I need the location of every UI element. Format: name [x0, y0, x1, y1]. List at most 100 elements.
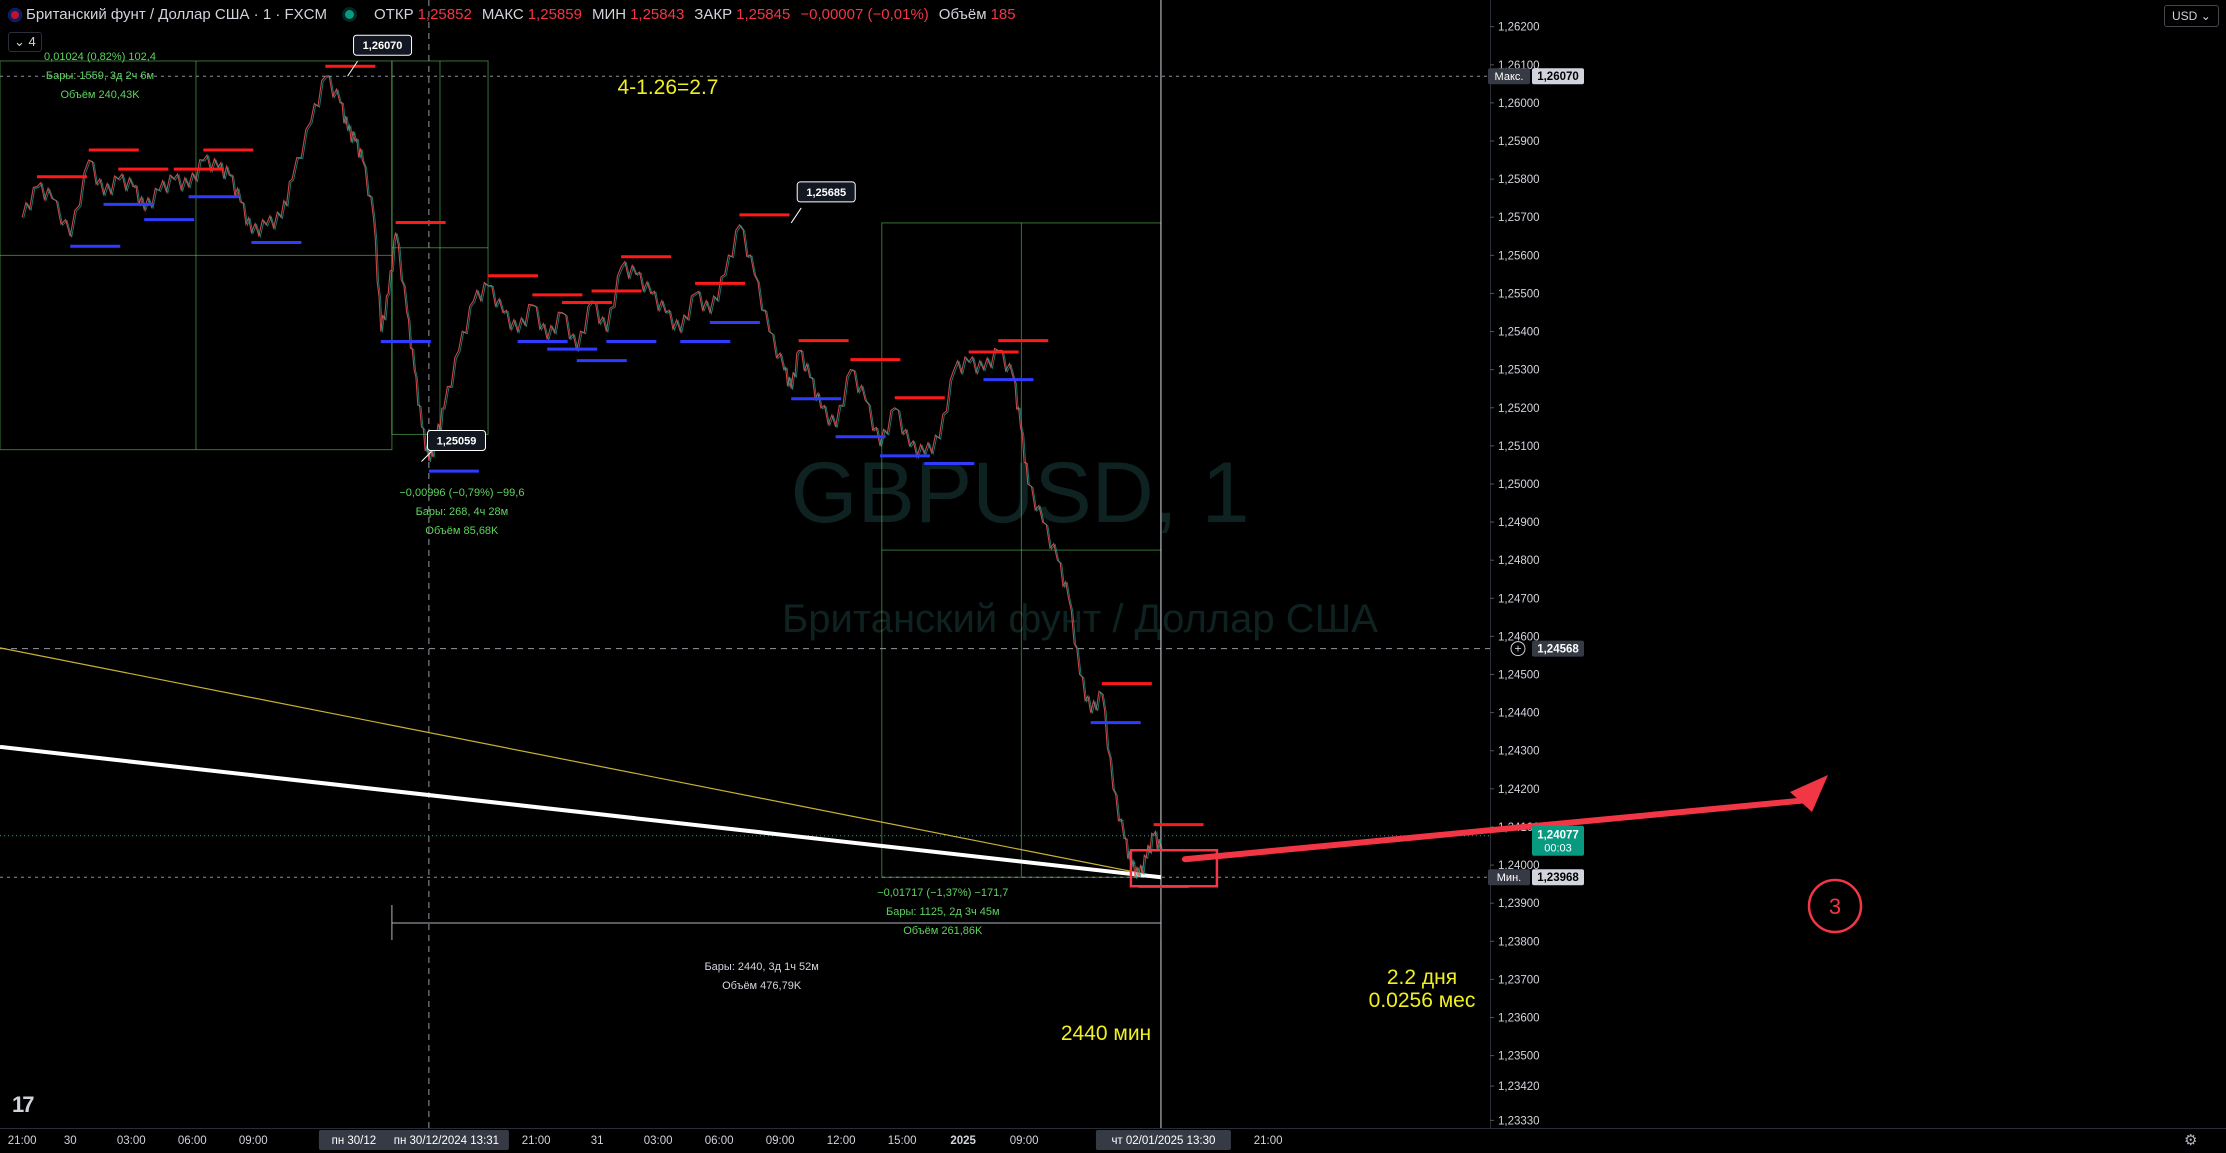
chevron-down-icon: ⌄ — [14, 34, 25, 49]
min-badge-label: Мин. — [1497, 872, 1521, 884]
gear-icon[interactable]: ⚙ — [2184, 1131, 2197, 1149]
open-value: 1,25852 — [417, 6, 472, 23]
time-tick-label: 31 — [591, 1135, 604, 1147]
symbol-title[interactable]: Британский фунт / Доллар США · 1 · FXCM — [26, 6, 327, 23]
price-tick-label: 1,25500 — [1498, 288, 1540, 300]
time-tick-label: 09:00 — [239, 1135, 268, 1147]
callout-high-2: 1,25685 — [806, 187, 846, 199]
price-tick-label: 1,23330 — [1498, 1115, 1540, 1127]
time-tick-label: 06:00 — [705, 1135, 734, 1147]
price-tick-label: 1,24700 — [1498, 593, 1540, 605]
max-badge-label: Макс. — [1495, 71, 1524, 83]
measure-4-volume: Объём 476,79K — [722, 980, 802, 992]
price-tick-label: 1,25800 — [1498, 174, 1540, 186]
trend-line-thin — [0, 647, 1162, 878]
time-tick-label: 21:00 — [522, 1135, 551, 1147]
currency-button[interactable]: USD ⌄ — [2164, 5, 2219, 27]
volume-label: Объём — [938, 6, 987, 23]
price-tick-label: 1,24400 — [1498, 708, 1540, 720]
time-badge-end: чт 02/01/2025 13:30 — [1111, 1135, 1215, 1147]
indicators-toggle[interactable]: ⌄ 4 — [8, 32, 42, 52]
price-tick-label: 1,25600 — [1498, 250, 1540, 262]
arrow-shaft — [1181, 797, 1811, 863]
time-tick-label: 09:00 — [766, 1135, 795, 1147]
time-tick-label: 21:00 — [1254, 1135, 1283, 1147]
measure-4-bars: Бары: 2440, 3д 1ч 52м — [704, 961, 818, 973]
time-tick-label: 30 — [64, 1135, 77, 1147]
measure-1-volume: Объём 240,43K — [60, 89, 140, 101]
price-tick-label: 1,26000 — [1498, 98, 1540, 110]
measure-3-bars: Бары: 1125, 2д 3ч 45м — [886, 906, 1000, 918]
chevron-down-icon: ⌄ — [2200, 9, 2211, 23]
time-tick-label: 03:00 — [644, 1135, 673, 1147]
low-label: МИН — [591, 6, 627, 23]
tradingview-logo-icon[interactable]: 17 — [12, 1092, 35, 1118]
time-tick-label: 21:00 — [8, 1135, 37, 1147]
time-tick-label: 15:00 — [888, 1135, 917, 1147]
time-badge-start: пн 30/12/2024 13:31 — [394, 1135, 499, 1147]
time-tick-label: 2025 — [950, 1135, 976, 1147]
price-chart[interactable]: 1,262001,261001,260001,259001,258001,257… — [0, 0, 2226, 1153]
measure-2-change: −0,00996 (−0,79%) −99,6 — [399, 487, 524, 499]
price-tick-label: 1,24300 — [1498, 746, 1540, 758]
indicator-count: 4 — [28, 34, 36, 49]
callout-high-1: 1,26070 — [363, 40, 403, 52]
measure-2-volume: Объём 85,68K — [425, 525, 499, 537]
low-value: 1,25843 — [630, 6, 685, 23]
high-label: МАКС — [481, 6, 524, 23]
price-tick-label: 1,25100 — [1498, 441, 1540, 453]
price-tick-label: 1,23600 — [1498, 1012, 1540, 1024]
measure-3-change: −0,01717 (−1,37%) −171,7 — [877, 887, 1008, 899]
price-tick-label: 1,24800 — [1498, 555, 1540, 567]
close-value: 1,25845 — [736, 6, 791, 23]
callout-high-2-pointer — [790, 207, 802, 224]
market-status-icon — [345, 10, 354, 19]
price-tick-label: 1,24900 — [1498, 517, 1540, 529]
price-tick-label: 1,23420 — [1498, 1081, 1540, 1093]
price-tick-label: 1,23800 — [1498, 936, 1540, 948]
currency-label: USD — [2172, 9, 2198, 23]
volume-value: 185 — [990, 6, 1016, 23]
close-label: ЗАКР — [694, 6, 733, 23]
price-tick-label: 1,23700 — [1498, 974, 1540, 986]
watermark-name: Британский фунт / Доллар США — [782, 597, 1378, 641]
time-tick-label: 03:00 — [117, 1135, 146, 1147]
symbol-header: Британский фунт / Доллар США · 1 · FXCM … — [8, 6, 1016, 23]
callout-high-1-pointer — [347, 60, 358, 77]
price-tick-label: 1,25200 — [1498, 403, 1540, 415]
price-tick-label: 1,25300 — [1498, 365, 1540, 377]
minutes-annotation: 2440 мин — [1061, 1022, 1151, 1045]
formula-annotation: 4-1.26=2.7 — [617, 76, 718, 99]
price-tick-label: 1,23900 — [1498, 898, 1540, 910]
open-label: ОТКР — [374, 6, 414, 23]
flag-icon — [8, 7, 22, 22]
price-tick-label: 1,24500 — [1498, 670, 1540, 682]
min-badge: 1,23968 — [1537, 872, 1579, 884]
price-tick-label: 1,25700 — [1498, 212, 1540, 224]
callout-low-1: 1,25059 — [437, 435, 477, 447]
measure-1-bars: Бары: 1559, 3д 2ч 6м — [46, 70, 154, 82]
max-badge: 1,26070 — [1537, 71, 1579, 83]
current-price-timer: 00:03 — [1544, 843, 1572, 855]
measure-1-change: 0,01024 (0,82%) 102,4 — [44, 51, 156, 63]
current-price-badge: 1,24077 — [1537, 830, 1579, 842]
wave-label: 3 — [1829, 894, 1841, 919]
price-tick-label: 1,25000 — [1498, 479, 1540, 491]
time-tick-label: 12:00 — [827, 1135, 856, 1147]
price-tick-label: 1,25900 — [1498, 136, 1540, 148]
watermark-symbol: GBPUSD, 1 — [791, 445, 1250, 541]
time-tick-label: 06:00 — [178, 1135, 207, 1147]
price-tick-label: 1,23500 — [1498, 1051, 1540, 1063]
days-annotation: 2.2 дня — [1387, 966, 1457, 989]
crosshair-price-badge: 1,24568 — [1537, 644, 1579, 656]
high-value: 1,25859 — [527, 6, 582, 23]
price-tick-label: 1,26200 — [1498, 22, 1540, 34]
arrow-head-icon — [1790, 775, 1828, 812]
months-annotation: 0.0256 мес — [1369, 989, 1476, 1012]
measure-2-bars: Бары: 268, 4ч 28м — [416, 506, 509, 518]
price-tick-label: 1,24200 — [1498, 784, 1540, 796]
trend-line-bold — [0, 744, 1162, 880]
change-value: −0,00007 (−0,01%) — [800, 6, 929, 23]
measure-3-volume: Объём 261,86K — [903, 925, 983, 937]
time-badge-partial: пн 30/12 — [332, 1135, 377, 1147]
